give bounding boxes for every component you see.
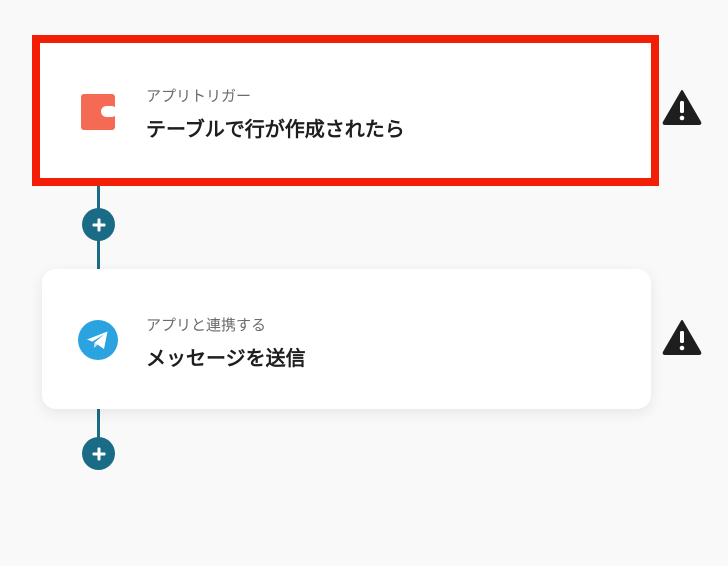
- telegram-icon: [78, 320, 118, 360]
- trigger-step-card[interactable]: アプリトリガー テーブルで行が作成されたら: [32, 35, 659, 186]
- plus-icon: [92, 447, 105, 460]
- step-title: メッセージを送信: [146, 346, 306, 370]
- warning-icon[interactable]: [662, 89, 702, 125]
- plus-icon: [92, 218, 105, 231]
- step-type-label: アプリと連携する: [146, 316, 267, 334]
- flow-connector-bottom: [97, 406, 100, 440]
- warning-icon[interactable]: [662, 319, 702, 355]
- add-step-button[interactable]: [82, 437, 115, 470]
- step-type-label: アプリトリガー: [146, 87, 252, 105]
- action-step-card[interactable]: アプリと連携する メッセージを送信: [42, 269, 651, 409]
- add-step-button[interactable]: [82, 208, 115, 241]
- coda-icon: [81, 94, 117, 130]
- step-title: テーブルで行が作成されたら: [146, 117, 405, 141]
